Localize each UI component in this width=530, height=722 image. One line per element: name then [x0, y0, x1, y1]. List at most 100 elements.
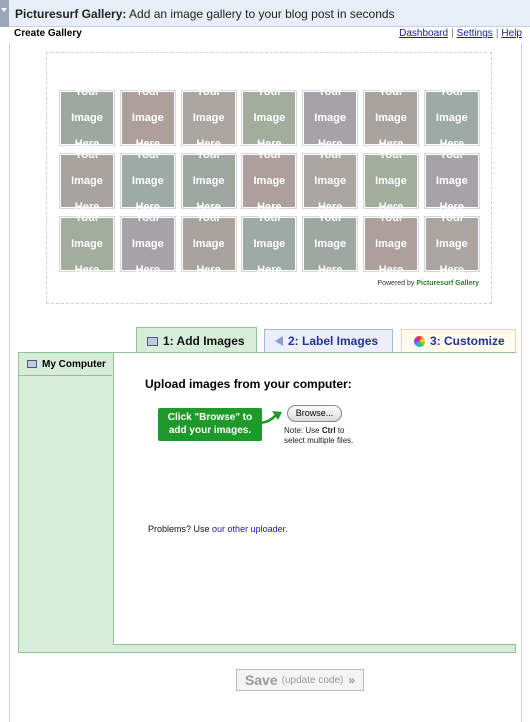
placeholder-text: Here — [135, 137, 161, 150]
tagline: Add an image gallery to your blog post i… — [129, 7, 395, 21]
gallery-thumbnail: Your Image Here — [363, 86, 419, 150]
placeholder-text: Image — [71, 174, 103, 187]
placeholder-text: Here — [257, 200, 282, 213]
image-placeholder: Your Image Here — [304, 149, 357, 213]
image-placeholder: Your Image Here — [61, 149, 113, 213]
header-links: Dashboard | Settings | Help — [399, 28, 522, 39]
placeholder-text: Your — [196, 85, 221, 98]
save-button[interactable]: Save (update code) » — [236, 669, 364, 691]
color-wheel-icon — [414, 335, 425, 347]
image-placeholder: Your Image Here — [365, 149, 417, 213]
placeholder-text: Image — [192, 174, 225, 187]
placeholder-text: Image — [375, 174, 407, 187]
placeholder-text: Image — [435, 237, 468, 250]
page-title: Create Gallery — [14, 28, 82, 39]
upload-heading: Upload images from your computer: — [145, 377, 352, 391]
placeholder-text: Image — [131, 174, 164, 187]
problems-prefix: Problems? Use — [148, 524, 210, 534]
image-placeholder: Your Image Here — [182, 86, 235, 150]
placeholder-text: Here — [74, 263, 100, 276]
note-line-2: select multiple files. — [284, 436, 354, 445]
chevron-down-icon — [1, 8, 7, 12]
placeholder-text: Image — [314, 237, 347, 250]
help-link[interactable]: Help — [501, 28, 522, 39]
placeholder-text: Image — [71, 237, 103, 250]
collapse-toggle[interactable] — [0, 0, 9, 27]
image-placeholder: Your Image Here — [365, 86, 417, 150]
placeholder-text: Image — [375, 237, 407, 250]
arrow-right-icon — [260, 411, 282, 424]
placeholder-text: Here — [257, 263, 282, 276]
note-key: Ctrl — [321, 426, 336, 435]
gallery-thumbnail: Your Image Here — [59, 86, 115, 150]
frame-border-right — [521, 43, 522, 722]
image-placeholder: Your Image Here — [425, 212, 478, 276]
image-placeholder: Your Image Here — [61, 86, 113, 150]
placeholder-text: Your — [378, 85, 404, 98]
placeholder-text: Here — [135, 263, 161, 276]
image-placeholder: Your Image Here — [121, 86, 174, 150]
upload-area: Upload images from your computer: Click … — [113, 353, 516, 645]
placeholder-text: Here — [378, 263, 404, 276]
callout-line-2: add your images. — [168, 425, 252, 436]
image-placeholder: Your Image Here — [243, 212, 296, 276]
placeholder-text: Here — [317, 200, 343, 213]
placeholder-text: Your — [135, 85, 160, 98]
placeholder-text: Your — [318, 85, 343, 98]
computer-icon — [27, 360, 37, 368]
placeholder-text: Image — [131, 111, 164, 124]
gallery-thumbnail: Your Image Here — [363, 149, 419, 213]
tab-label: 3: Customize — [430, 334, 505, 348]
divider: | — [451, 28, 454, 39]
frame-border-left — [9, 43, 10, 722]
gallery-thumbnail: Your Image Here — [423, 86, 480, 150]
placeholder-text: Image — [314, 174, 347, 187]
gallery-thumbnail: Your Image Here — [119, 86, 176, 150]
save-label: Save — [244, 672, 278, 688]
tab-customize[interactable]: 3: Customize — [401, 329, 516, 353]
gallery-thumbnail: Your Image Here — [302, 86, 359, 150]
placeholder-text: Here — [196, 263, 221, 276]
tab-add-images[interactable]: 1: Add Images — [136, 327, 257, 354]
image-placeholder: Your Image Here — [243, 86, 296, 150]
placeholder-text: Image — [435, 111, 468, 124]
browse-button[interactable]: Browse... — [287, 405, 342, 422]
callout-line-1: Click "Browse" to — [167, 412, 253, 423]
sidebar-item-my-computer[interactable]: My Computer — [19, 353, 112, 376]
other-uploader-link[interactable]: our other uploader. — [212, 524, 288, 534]
tab-label: 1: Add Images — [163, 334, 245, 348]
placeholder-text: Image — [314, 111, 347, 124]
settings-link[interactable]: Settings — [457, 28, 493, 39]
placeholder-text: Image — [375, 111, 407, 124]
gallery-thumbnail: Your Image Here — [180, 149, 237, 213]
dashboard-link[interactable]: Dashboard — [399, 28, 448, 39]
save-sublabel: (update code) — [281, 674, 344, 686]
header: Create Gallery Dashboard | Settings | Help — [0, 27, 530, 43]
image-placeholder: Your Image Here — [243, 149, 296, 213]
problems-text: Problems? Use our other uploader. — [148, 524, 288, 534]
placeholder-text: Your — [257, 85, 282, 98]
placeholder-text: Here — [74, 137, 100, 150]
placeholder-text: Here — [196, 137, 221, 150]
tab-label-images[interactable]: 2: Label Images — [264, 329, 393, 353]
placeholder-text: Your — [439, 85, 464, 98]
placeholder-text: Here — [257, 137, 282, 150]
gallery-thumbnail: Your Image Here — [180, 212, 237, 276]
add-images-panel: My Computer Upload images from your comp… — [18, 352, 516, 653]
placeholder-text: Here — [196, 200, 221, 213]
placeholder-text: Your — [74, 85, 100, 98]
placeholder-text: Image — [71, 111, 103, 124]
placeholder-text: Here — [439, 137, 465, 150]
gallery-thumbnail: Your Image Here — [180, 86, 237, 150]
gallery-thumbnail: Your Image Here — [119, 212, 176, 276]
placeholder-text: Image — [131, 237, 164, 250]
gallery-thumbnail: Your Image Here — [119, 149, 176, 213]
image-placeholder: Your Image Here — [425, 86, 478, 150]
gallery-thumbnail: Your Image Here — [302, 212, 359, 276]
image-placeholder: Your Image Here — [61, 212, 113, 276]
image-placeholder: Your Image Here — [365, 212, 417, 276]
placeholder-text: Here — [378, 137, 404, 150]
powered-by-text: Powered by Picturesurf Gallery — [377, 280, 479, 287]
multi-select-note: Note: Use Ctrl to select multiple files. — [284, 426, 374, 446]
tag-icon — [275, 336, 283, 346]
